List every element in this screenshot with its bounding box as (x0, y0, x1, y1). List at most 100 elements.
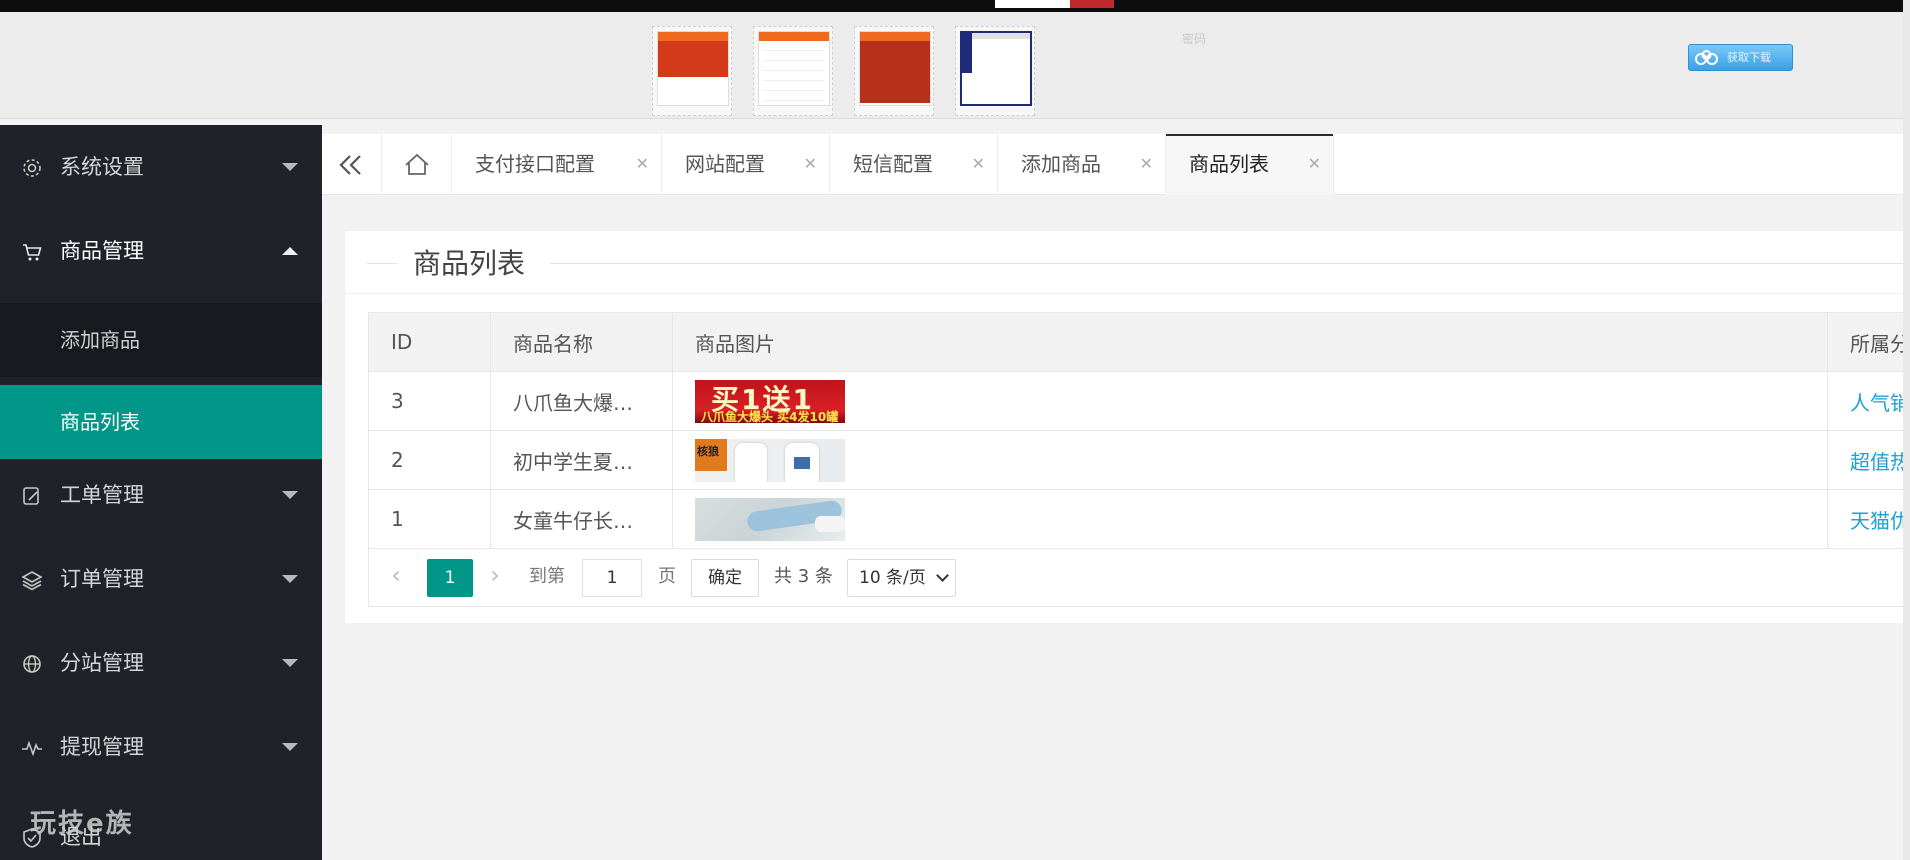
sidebar-item-substation-management[interactable]: 分站管理 (0, 621, 322, 705)
sidebar-subitem-label: 商品列表 (60, 410, 140, 434)
sidebar-item-label: 订单管理 (60, 567, 144, 591)
thumbnail-subtext: 八爪鱼大爆头 买4发10罐 (701, 409, 839, 423)
product-thumbnail[interactable]: 买1送1 八爪鱼大爆头 买4发10罐 (695, 379, 845, 423)
sidebar-subitem-product-list[interactable]: 商品列表 (0, 385, 322, 459)
download-label: 获取下载 (1727, 51, 1771, 64)
caret-down-icon (282, 575, 298, 583)
sidebar-item-order-management[interactable]: 订单管理 (0, 537, 322, 621)
caret-up-icon (282, 247, 298, 255)
top-nav-strip (0, 0, 1910, 12)
product-table: ID 商品名称 商品图片 所属分 3 八爪鱼大爆… 买1送1 八爪鱼大爆头 买4… (368, 312, 1910, 549)
sidebar-item-label: 提现管理 (60, 735, 144, 759)
pagination: ‹ 1 › 到第 1 页 确定 共 3 条 10 条/页 (368, 548, 1910, 607)
close-icon[interactable]: ✕ (1140, 154, 1153, 174)
column-header-category[interactable]: 所属分 (1827, 312, 1910, 372)
tab-label: 支付接口配置 (475, 152, 595, 176)
table-row[interactable]: 1 女童牛仔长… 天猫优 (368, 489, 1910, 549)
goto-confirm-button[interactable]: 确定 (691, 559, 759, 597)
preview-thumbnail-4[interactable] (955, 26, 1035, 116)
prev-page-button[interactable]: ‹ (381, 560, 411, 592)
watermark-logo: 玩技e族 (30, 809, 134, 839)
globe-icon (23, 655, 41, 673)
goto-page-input[interactable]: 1 (582, 559, 642, 597)
page-size-select[interactable]: 10 条/页 (847, 559, 956, 597)
caret-down-icon (282, 743, 298, 751)
close-icon[interactable]: ✕ (636, 154, 649, 174)
sidebar-item-label: 工单管理 (60, 483, 144, 507)
divider (367, 263, 397, 264)
caret-down-icon (282, 659, 298, 667)
tab-site-config[interactable]: 网站配置 ✕ (662, 134, 830, 195)
page-size-value: 10 条/页 (859, 568, 926, 588)
table-row[interactable]: 3 八爪鱼大爆… 买1送1 八爪鱼大爆头 买4发10罐 人气销 (368, 371, 1910, 431)
home-icon (405, 153, 429, 175)
cell-id: 1 (368, 489, 491, 549)
product-thumbnail[interactable]: 核狼 (695, 438, 845, 482)
tab-label: 添加商品 (1021, 152, 1101, 176)
sidebar-item-label: 系统设置 (60, 155, 144, 179)
cell-category-link[interactable]: 超值热 (1827, 430, 1910, 490)
sidebar-item-label: 分站管理 (60, 651, 144, 675)
cloud-icon (1695, 50, 1718, 65)
tab-add-product[interactable]: 添加商品 ✕ (998, 134, 1166, 195)
sidebar-subitem-add-product[interactable]: 添加商品 (0, 303, 322, 377)
caret-down-icon (282, 163, 298, 171)
tab-product-list[interactable]: 商品列表 ✕ (1166, 134, 1334, 195)
top-search-input[interactable] (995, 0, 1070, 8)
cell-image: 核狼 (672, 430, 1828, 490)
sidebar-item-ticket-management[interactable]: 工单管理 (0, 453, 322, 537)
cell-id: 3 (368, 371, 491, 431)
sidebar-item-product-management[interactable]: 商品管理 (0, 209, 322, 293)
divider (345, 293, 1910, 294)
page-unit-label: 页 (658, 566, 676, 587)
tshirt-image (735, 442, 767, 482)
next-page-button[interactable]: › (480, 560, 510, 592)
cell-id: 2 (368, 430, 491, 490)
cloud-download-button[interactable]: 获取下载 (1688, 44, 1793, 71)
table-row[interactable]: 2 初中学生夏… 核狼 超值热 (368, 430, 1910, 490)
close-icon[interactable]: ✕ (1308, 154, 1321, 174)
total-count: 共 3 条 (774, 566, 833, 587)
cell-name: 八爪鱼大爆… (490, 371, 673, 431)
layers-icon (21, 571, 43, 591)
password-hint: 密码 (1182, 32, 1207, 46)
cell-name: 女童牛仔长… (490, 489, 673, 549)
cell-category-link[interactable]: 天猫优 (1827, 489, 1910, 549)
ticket-icon (23, 487, 39, 505)
shoe-image (815, 515, 845, 532)
cell-name: 初中学生夏… (490, 430, 673, 490)
tab-sms-config[interactable]: 短信配置 ✕ (830, 134, 998, 195)
column-header-name[interactable]: 商品名称 (490, 312, 673, 372)
tshirt-image (785, 442, 819, 482)
sidebar-item-label: 商品管理 (60, 239, 144, 263)
top-search-button[interactable] (1070, 0, 1114, 8)
tab-label: 短信配置 (853, 152, 933, 176)
cell-image (672, 489, 1828, 549)
column-header-id[interactable]: ID (368, 312, 491, 372)
product-list-card: 商品列表 ID 商品名称 商品图片 所属分 3 八爪鱼大爆… 买1送1 八爪鱼大… (345, 231, 1910, 623)
chevron-down-icon (936, 569, 949, 582)
card-title: 商品列表 (413, 247, 526, 280)
sidebar-item-system-settings[interactable]: 系统设置 (0, 125, 322, 209)
close-icon[interactable]: ✕ (972, 154, 985, 174)
page: 密码 获取下载 系统设置 商品管理 添加商品 商品列表 工单管理 订单管理 分站… (0, 0, 1910, 860)
preview-thumbnail-2[interactable] (753, 26, 833, 116)
preview-thumbnail-1[interactable] (652, 26, 732, 116)
cell-category-link[interactable]: 人气销 (1827, 371, 1910, 431)
sidebar: 系统设置 商品管理 添加商品 商品列表 工单管理 订单管理 分站管理 提现管理 … (0, 125, 322, 860)
column-header-image[interactable]: 商品图片 (672, 312, 1828, 372)
collapse-sidebar-button[interactable] (322, 134, 382, 195)
current-page-button[interactable]: 1 (427, 559, 473, 597)
goto-label: 到第 (529, 566, 565, 587)
sidebar-item-withdraw-management[interactable]: 提现管理 (0, 705, 322, 789)
thumbnail-text: 核狼 (695, 438, 727, 471)
vertical-scrollbar[interactable] (1903, 0, 1910, 860)
product-thumbnail[interactable] (695, 497, 845, 541)
pulse-icon (22, 740, 42, 757)
preview-thumbnail-3[interactable] (854, 26, 934, 116)
close-icon[interactable]: ✕ (804, 154, 817, 174)
tab-payment-config[interactable]: 支付接口配置 ✕ (452, 134, 662, 195)
tab-home[interactable] (382, 134, 452, 195)
cell-image: 买1送1 八爪鱼大爆头 买4发10罐 (672, 371, 1828, 431)
divider (550, 263, 1910, 264)
